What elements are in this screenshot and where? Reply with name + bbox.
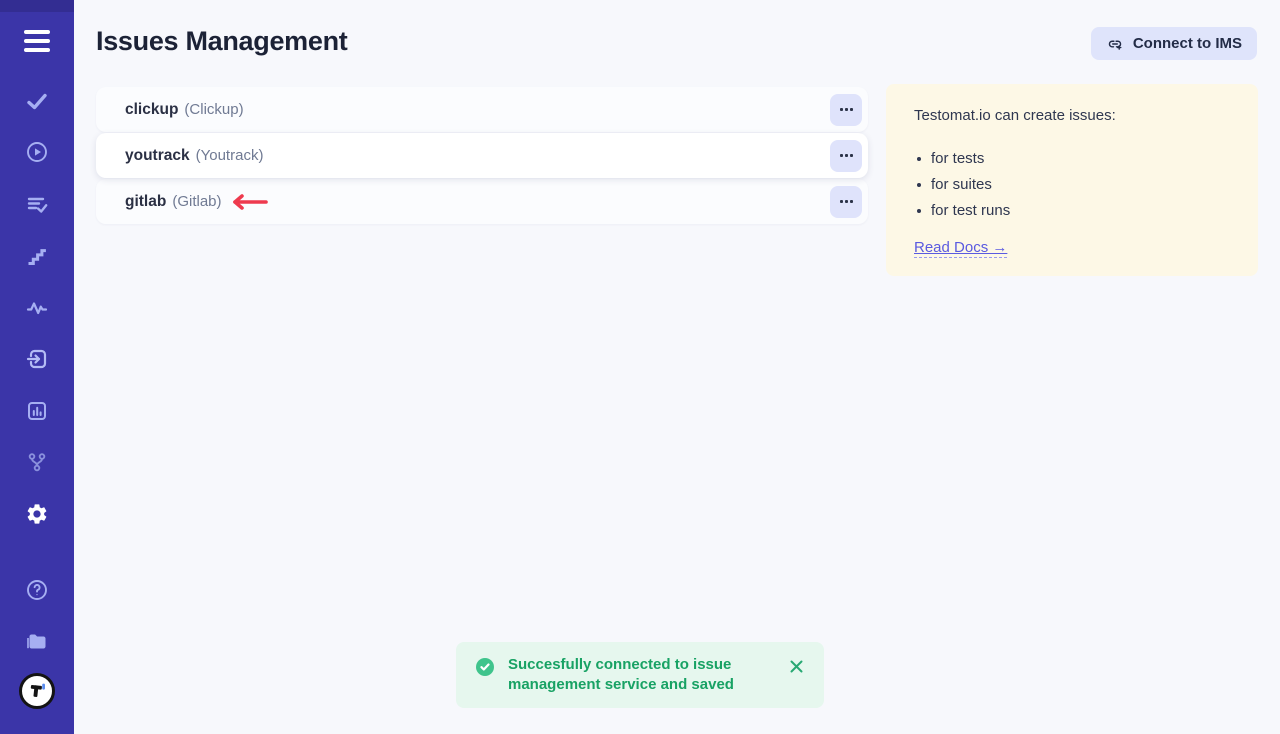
tests-check-icon[interactable] [24,88,50,114]
sidebar-top-strip [0,0,74,12]
help-icon[interactable] [24,577,50,603]
reports-chart-icon[interactable] [24,398,50,424]
info-panel-item: for suites [914,172,1230,198]
success-toast: Succesfully connected to issue managemen… [456,642,824,708]
ims-row-youtrack[interactable]: youtrack (Youtrack) [96,133,868,178]
ims-row-gitlab[interactable]: gitlab (Gitlab) [96,179,868,224]
testomat-logo[interactable] [19,673,55,709]
branches-icon[interactable] [24,449,50,475]
connect-to-ims-label: Connect to IMS [1133,35,1242,52]
link-plus-icon [1106,35,1124,53]
ims-type: (Clickup) [184,101,243,118]
more-options-icon [840,108,853,111]
more-options-button[interactable] [830,140,862,172]
ims-row-clickup[interactable]: clickup (Clickup) [96,87,868,132]
more-options-button[interactable] [830,94,862,126]
menu-icon[interactable] [24,30,50,52]
steps-icon[interactable] [24,243,50,269]
ims-type: (Gitlab) [172,193,221,210]
read-docs-link[interactable]: Read Docs → [914,239,1007,258]
ims-type: (Youtrack) [196,147,264,164]
more-options-icon [840,200,853,203]
ims-name: youtrack [125,147,190,165]
page: Issues Management Connect to IMS clickup… [0,0,1280,734]
info-panel-list: for tests for suites for test runs [914,146,1230,224]
info-panel: Testomat.io can create issues: for tests… [886,84,1258,276]
toast-message: Succesfully connected to issue managemen… [508,655,787,695]
more-options-icon [840,154,853,157]
settings-gear-icon[interactable] [24,501,50,527]
toast-close-button[interactable] [787,657,806,676]
ims-name: gitlab [125,193,166,211]
success-check-icon [476,658,494,676]
analytics-pulse-icon[interactable] [24,295,50,321]
red-pointer-arrow-icon [231,194,268,210]
info-panel-title: Testomat.io can create issues: [914,106,1230,126]
runs-play-icon[interactable] [24,139,50,165]
ims-list: clickup (Clickup) youtrack (Youtrack) gi… [96,87,868,225]
connect-to-ims-button[interactable]: Connect to IMS [1091,27,1257,60]
more-options-button[interactable] [830,186,862,218]
import-icon[interactable] [24,346,50,372]
sidebar [0,0,74,734]
info-panel-item: for test runs [914,198,1230,224]
projects-folder-icon[interactable] [24,629,50,655]
test-plans-list-icon[interactable] [24,192,50,218]
info-panel-item: for tests [914,146,1230,172]
ims-name: clickup [125,101,178,119]
page-title: Issues Management [96,26,348,57]
